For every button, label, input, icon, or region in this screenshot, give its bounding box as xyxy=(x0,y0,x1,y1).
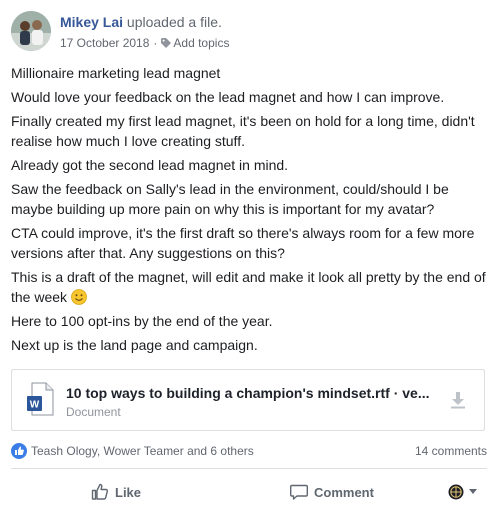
post-actions: Like Comment xyxy=(0,474,496,510)
attachment-type: Document xyxy=(66,405,121,419)
post-paragraph: Millionaire marketing lead magnet xyxy=(11,65,221,81)
globe-icon xyxy=(448,484,464,500)
divider xyxy=(11,468,487,469)
attachment-title[interactable]: 10 top ways to building a champion's min… xyxy=(66,385,456,401)
post-paragraph-with-emoji: This is a draft of the magnet, will edit… xyxy=(11,267,487,307)
thumbs-up-icon xyxy=(91,483,109,500)
reaction-names[interactable]: Teash Ology, Wower Teamer and 6 others xyxy=(31,444,254,458)
post-meta: 17 October 2018 · Add topics xyxy=(60,36,229,50)
word-document-icon: W xyxy=(27,382,54,416)
avatar-photo xyxy=(11,11,51,51)
add-topics-link[interactable]: Add topics xyxy=(161,36,229,50)
post-paragraph: Next up is the land page and campaign. xyxy=(11,337,258,353)
smiley-emoji-icon xyxy=(71,289,87,305)
file-attachment[interactable]: W 10 top ways to building a champion's m… xyxy=(11,369,485,431)
post-paragraph: Saw the feedback on Sally's lead in the … xyxy=(11,181,449,217)
post-paragraph: Finally created my first lead magnet, it… xyxy=(11,113,475,149)
download-icon[interactable] xyxy=(450,391,466,409)
audience-selector[interactable] xyxy=(447,474,477,510)
comment-label: Comment xyxy=(314,484,374,500)
post-action-text: uploaded a file. xyxy=(126,14,222,30)
avatar[interactable] xyxy=(11,11,51,51)
reactions-bar: Teash Ology, Wower Teamer and 6 others 1… xyxy=(11,440,487,462)
like-reaction-badge[interactable] xyxy=(11,443,27,459)
tag-icon xyxy=(161,38,172,48)
post-paragraph: CTA could improve, it's the first draft … xyxy=(11,225,475,261)
add-topics-label: Add topics xyxy=(173,36,230,50)
like-label: Like xyxy=(115,484,142,500)
file-badge-text: W xyxy=(30,400,40,411)
post-paragraph: Would love your feedback on the lead mag… xyxy=(11,89,445,105)
post-date[interactable]: 17 October 2018 xyxy=(60,36,149,50)
comment-button[interactable]: Comment xyxy=(289,474,374,510)
comment-bubble-icon xyxy=(290,484,308,500)
post-author-line: Mikey Lai uploaded a file. xyxy=(60,14,222,30)
post-body: Millionaire marketing lead magnet Would … xyxy=(11,63,487,359)
chevron-down-icon xyxy=(469,489,477,494)
comments-count[interactable]: 14 comments xyxy=(415,444,487,458)
author-name[interactable]: Mikey Lai xyxy=(60,14,123,30)
thumbs-up-icon xyxy=(15,446,24,455)
meta-separator: · xyxy=(153,36,158,50)
post-card: Mikey Lai uploaded a file. 17 October 20… xyxy=(0,0,496,519)
post-paragraph: Already got the second lead magnet in mi… xyxy=(11,157,289,173)
post-paragraph: Here to 100 opt-ins by the end of the ye… xyxy=(11,313,273,329)
like-button[interactable]: Like xyxy=(90,474,141,510)
